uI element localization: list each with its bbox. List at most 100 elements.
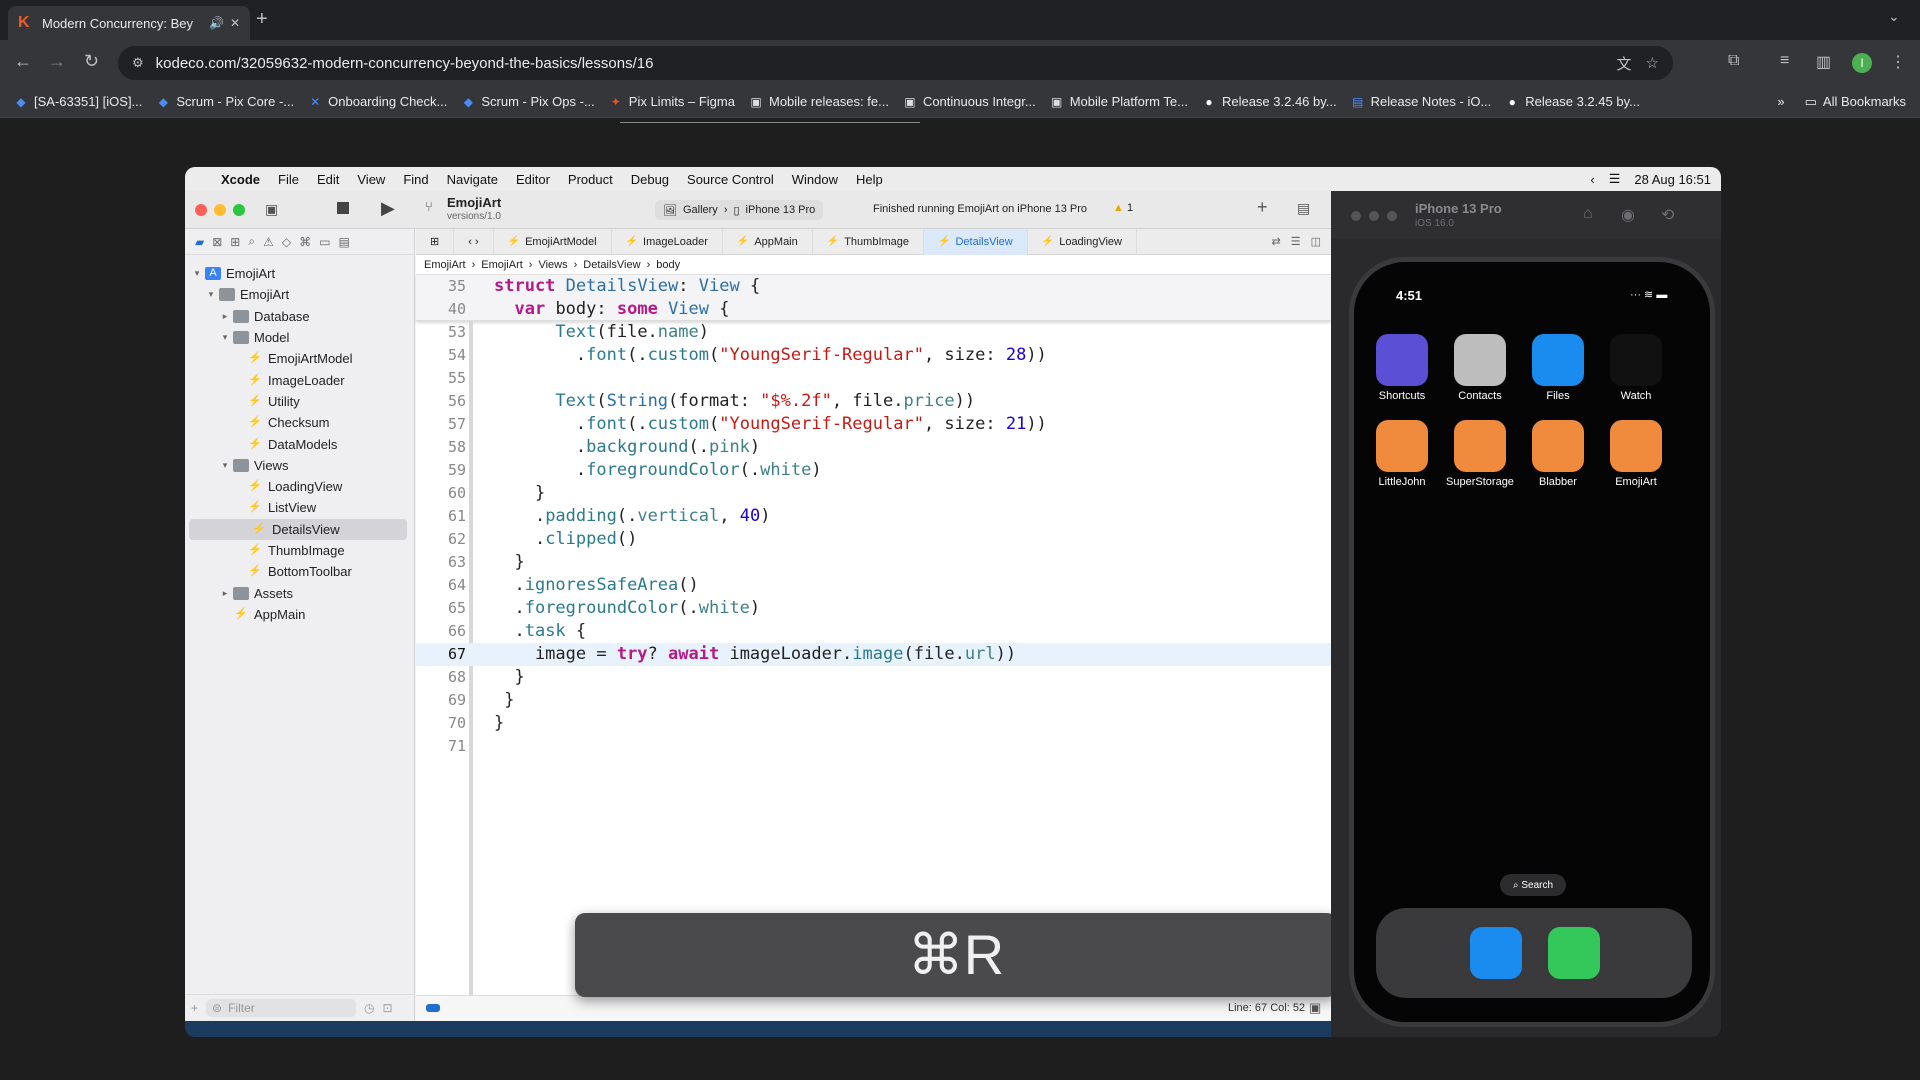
editor-tab[interactable]: ⚡ ImageLoader <box>612 228 723 255</box>
sim-close-button[interactable] <box>1351 211 1361 221</box>
extensions-icon[interactable]: ⧉ <box>1728 52 1739 70</box>
code-line[interactable]: 62 .clipped() <box>416 528 1331 551</box>
recent-icon[interactable]: ◷ <box>364 1001 374 1015</box>
code-line[interactable]: 63 } <box>416 551 1331 574</box>
app-icon-superstorage[interactable] <box>1454 420 1506 472</box>
folder-icon[interactable]: ▰ <box>195 235 204 249</box>
run-button[interactable]: ▶ <box>381 198 395 219</box>
menu-view[interactable]: View <box>357 172 385 187</box>
disclosure-open-icon[interactable]: ▾ <box>191 268 203 279</box>
editor-tab[interactable]: ⚡ LoadingView <box>1028 228 1137 255</box>
bookmarks-overflow-icon[interactable]: » <box>1777 94 1784 109</box>
code-line[interactable]: 53 Text(file.name) <box>416 321 1331 344</box>
code-line[interactable]: 57 .font(.custom("YoungSerif-Regular", s… <box>416 413 1331 436</box>
scheme-selector[interactable]: 🖼 Gallery › ▯ iPhone 13 Pro <box>655 200 824 220</box>
code-line[interactable]: 65 .foregroundColor(.white) <box>416 597 1331 620</box>
disclosure-closed-icon[interactable]: ▸ <box>219 311 231 322</box>
code-area[interactable]: 53 Text(file.name) 54 .font(.custom("Youn… <box>416 321 1331 991</box>
file-tree-item[interactable]: ⚡ ImageLoader <box>185 369 415 390</box>
navigator-toggle-icon[interactable]: ▣ <box>265 201 278 218</box>
file-tree-item[interactable]: ⚡ AppMain <box>185 604 415 625</box>
menu-help[interactable]: Help <box>856 172 883 187</box>
file-tree-item[interactable]: ▸ Database <box>185 306 415 327</box>
code-line[interactable]: 60 } <box>416 482 1331 505</box>
code-line[interactable]: 59 .foregroundColor(.white) <box>416 459 1331 482</box>
grid-icon[interactable]: ⊞ <box>416 228 455 255</box>
report-icon[interactable]: ▤ <box>338 235 349 249</box>
file-tree-item[interactable]: ⚡ ListView <box>185 497 415 518</box>
bookmark-item[interactable]: ▣ Mobile releases: fe... <box>749 94 889 109</box>
profile-avatar[interactable]: I <box>1852 53 1872 73</box>
file-tree-item[interactable]: ⚡ BottomToolbar <box>185 561 415 582</box>
app-icon-contacts[interactable] <box>1454 334 1506 386</box>
app-icon-shortcuts[interactable] <box>1376 334 1428 386</box>
menu-xcode[interactable]: Xcode <box>221 172 260 187</box>
bookmark-item[interactable]: ▣ Mobile Platform Te... <box>1050 94 1188 109</box>
file-tree-item[interactable]: ⚡ EmojiArtModel <box>185 348 415 369</box>
code-line[interactable]: 66 .task { <box>416 620 1331 643</box>
symbol-icon[interactable]: ⊞ <box>230 235 240 249</box>
source-filter-icon[interactable]: ⊡ <box>383 1001 393 1015</box>
menu-navigate[interactable]: Navigate <box>447 172 498 187</box>
zoom-window-button[interactable] <box>233 204 245 216</box>
code-line[interactable]: 70} <box>416 712 1331 735</box>
code-line[interactable]: 58 .background(.pink) <box>416 436 1331 459</box>
code-line[interactable]: 55 <box>416 367 1331 390</box>
sim-minimize-button[interactable] <box>1369 211 1379 221</box>
add-icon[interactable]: + <box>1257 197 1268 218</box>
source-control-icon[interactable]: ⊠ <box>212 235 222 249</box>
code-line[interactable]: 64 .ignoresSafeArea() <box>416 574 1331 597</box>
code-line[interactable]: 56 Text(String(format: "$%.2f", file.pri… <box>416 390 1331 413</box>
menu-source-control[interactable]: Source Control <box>687 172 774 187</box>
split-editor-icon[interactable]: ◫ <box>1311 235 1321 248</box>
find-icon[interactable]: ⌕ <box>248 234 255 249</box>
bookmark-item[interactable]: ✦ Pix Limits – Figma <box>609 94 735 109</box>
bookmark-item[interactable]: ◆ Scrum - Pix Core -... <box>156 94 294 109</box>
file-tree-item[interactable]: ▾ Model <box>185 327 415 348</box>
editor-tab[interactable]: ⚡ ThumbImage <box>813 228 925 255</box>
file-tree-item[interactable]: ⚡ LoadingView <box>185 476 415 497</box>
reload-icon[interactable]: ↻ <box>84 51 99 72</box>
translate-icon[interactable]: 文 <box>1617 53 1632 74</box>
close-window-button[interactable] <box>195 204 207 216</box>
editor-tab[interactable]: ⚡ DetailsView <box>924 228 1028 255</box>
warning-count[interactable]: ▲ 1 <box>1113 202 1133 214</box>
menu-product[interactable]: Product <box>568 172 613 187</box>
add-file-icon[interactable]: + <box>191 1001 198 1015</box>
issue-icon[interactable]: ⚠ <box>263 235 274 249</box>
debug-icon[interactable]: ⌘ <box>299 235 311 249</box>
menu-window[interactable]: Window <box>792 172 838 187</box>
menu-edit[interactable]: Edit <box>317 172 339 187</box>
project-name[interactable]: EmojiArt <box>447 195 501 210</box>
menu-debug[interactable]: Debug <box>631 172 669 187</box>
file-tree-item[interactable]: ⚡ DetailsView <box>189 518 407 540</box>
audio-icon[interactable]: 🔊 <box>209 16 224 30</box>
menu-find[interactable]: Find <box>403 172 428 187</box>
new-tab-button[interactable]: + <box>256 8 268 31</box>
disclosure-open-icon[interactable]: ▾ <box>219 460 231 471</box>
side-panel-icon[interactable]: ▥ <box>1816 52 1831 72</box>
disclosure-closed-icon[interactable]: ▸ <box>219 588 231 599</box>
jump-bar-item[interactable]: DetailsView <box>583 259 640 271</box>
code-line[interactable]: 67 image = try? await imageLoader.image(… <box>416 643 1331 666</box>
breakpoint-icon[interactable]: ▭ <box>319 235 330 249</box>
jump-bar-item[interactable]: EmojiArt <box>481 259 523 271</box>
panel-toggle-icon[interactable]: ▣ <box>1309 1000 1321 1016</box>
app-icon-watch[interactable] <box>1610 334 1662 386</box>
source-editor[interactable]: ⊞ ‹ › ⚡ EmojiArtModel ⚡ ImageLoader ⚡ AppMain ⚡ T… <box>416 228 1331 1021</box>
dock-app-icon-messages[interactable] <box>1548 927 1600 979</box>
forward-icon[interactable]: → <box>48 51 66 72</box>
all-bookmarks-button[interactable]: ▭ All Bookmarks <box>1805 94 1906 110</box>
spotlight-search-pill[interactable]: ⌕ Search <box>1500 874 1566 896</box>
minimize-window-button[interactable] <box>214 204 226 216</box>
debug-area-toggle-icon[interactable] <box>426 1004 440 1012</box>
code-line[interactable]: 68 } <box>416 666 1331 689</box>
dock-app-icon-safari[interactable] <box>1470 927 1522 979</box>
chevron-left-icon[interactable]: ‹ <box>1590 172 1594 187</box>
app-icon-littlejohn[interactable] <box>1376 420 1428 472</box>
bookmark-star-icon[interactable]: ☆ <box>1646 54 1659 72</box>
control-center-icon[interactable]: ☰ <box>1609 171 1621 187</box>
home-icon[interactable]: ⌂ <box>1583 205 1593 223</box>
disclosure-open-icon[interactable]: ▾ <box>205 289 217 300</box>
menu-editor[interactable]: Editor <box>516 172 550 187</box>
